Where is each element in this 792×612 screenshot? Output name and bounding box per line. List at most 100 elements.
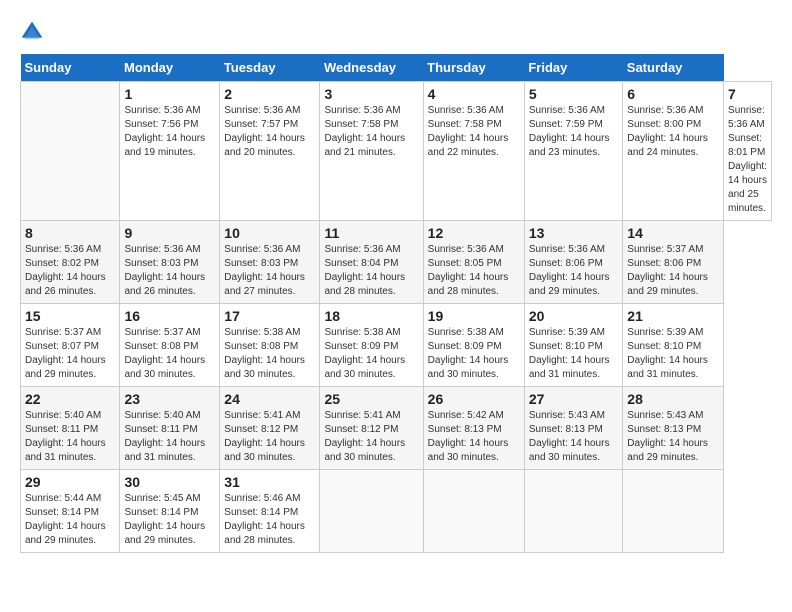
day-info: Sunrise: 5:36 AMSunset: 8:05 PMDaylight:…	[428, 243, 520, 299]
day-info: Sunrise: 5:38 AMSunset: 8:09 PMDaylight:…	[428, 326, 520, 382]
day-number: 12	[428, 225, 520, 241]
day-number: 16	[124, 308, 215, 324]
calendar-cell: 31 Sunrise: 5:46 AMSunset: 8:14 PMDaylig…	[220, 470, 320, 553]
calendar-cell: 29 Sunrise: 5:44 AMSunset: 8:14 PMDaylig…	[21, 470, 120, 553]
calendar-cell: 11 Sunrise: 5:36 AMSunset: 8:04 PMDaylig…	[320, 221, 423, 304]
weekday-header: Tuesday	[220, 54, 320, 82]
day-info: Sunrise: 5:36 AMSunset: 7:58 PMDaylight:…	[324, 104, 418, 160]
calendar-cell: 13 Sunrise: 5:36 AMSunset: 8:06 PMDaylig…	[524, 221, 622, 304]
day-info: Sunrise: 5:39 AMSunset: 8:10 PMDaylight:…	[627, 326, 719, 382]
day-info: Sunrise: 5:37 AMSunset: 8:06 PMDaylight:…	[627, 243, 719, 299]
calendar-cell: 27 Sunrise: 5:43 AMSunset: 8:13 PMDaylig…	[524, 387, 622, 470]
calendar-cell: 8 Sunrise: 5:36 AMSunset: 8:02 PMDayligh…	[21, 221, 120, 304]
calendar-cell: 2 Sunrise: 5:36 AMSunset: 7:57 PMDayligh…	[220, 82, 320, 221]
calendar-cell: 5 Sunrise: 5:36 AMSunset: 7:59 PMDayligh…	[524, 82, 622, 221]
calendar-cell	[21, 82, 120, 221]
day-number: 9	[124, 225, 215, 241]
day-number: 19	[428, 308, 520, 324]
day-number: 18	[324, 308, 418, 324]
day-info: Sunrise: 5:37 AMSunset: 8:08 PMDaylight:…	[124, 326, 215, 382]
day-number: 17	[224, 308, 315, 324]
calendar-cell: 21 Sunrise: 5:39 AMSunset: 8:10 PMDaylig…	[623, 304, 724, 387]
day-number: 28	[627, 391, 719, 407]
calendar-cell: 25 Sunrise: 5:41 AMSunset: 8:12 PMDaylig…	[320, 387, 423, 470]
calendar-cell: 1 Sunrise: 5:36 AMSunset: 7:56 PMDayligh…	[120, 82, 220, 221]
day-number: 24	[224, 391, 315, 407]
day-number: 11	[324, 225, 418, 241]
calendar-week-row: 22 Sunrise: 5:40 AMSunset: 8:11 PMDaylig…	[21, 387, 772, 470]
day-number: 23	[124, 391, 215, 407]
calendar-cell: 30 Sunrise: 5:45 AMSunset: 8:14 PMDaylig…	[120, 470, 220, 553]
day-info: Sunrise: 5:41 AMSunset: 8:12 PMDaylight:…	[324, 409, 418, 465]
day-number: 4	[428, 86, 520, 102]
calendar-week-row: 8 Sunrise: 5:36 AMSunset: 8:02 PMDayligh…	[21, 221, 772, 304]
weekday-header: Saturday	[623, 54, 724, 82]
calendar-cell: 12 Sunrise: 5:36 AMSunset: 8:05 PMDaylig…	[423, 221, 524, 304]
day-number: 8	[25, 225, 115, 241]
weekday-header: Wednesday	[320, 54, 423, 82]
day-info: Sunrise: 5:36 AMSunset: 8:03 PMDaylight:…	[224, 243, 315, 299]
calendar-cell: 18 Sunrise: 5:38 AMSunset: 8:09 PMDaylig…	[320, 304, 423, 387]
calendar-cell: 16 Sunrise: 5:37 AMSunset: 8:08 PMDaylig…	[120, 304, 220, 387]
calendar-cell: 7 Sunrise: 5:36 AMSunset: 8:01 PMDayligh…	[724, 82, 772, 221]
calendar-week-row: 15 Sunrise: 5:37 AMSunset: 8:07 PMDaylig…	[21, 304, 772, 387]
day-info: Sunrise: 5:45 AMSunset: 8:14 PMDaylight:…	[124, 492, 215, 548]
day-info: Sunrise: 5:44 AMSunset: 8:14 PMDaylight:…	[25, 492, 115, 548]
calendar-cell	[623, 470, 724, 553]
day-info: Sunrise: 5:36 AMSunset: 7:59 PMDaylight:…	[529, 104, 618, 160]
day-info: Sunrise: 5:36 AMSunset: 7:57 PMDaylight:…	[224, 104, 315, 160]
calendar-cell: 15 Sunrise: 5:37 AMSunset: 8:07 PMDaylig…	[21, 304, 120, 387]
calendar-week-row: 29 Sunrise: 5:44 AMSunset: 8:14 PMDaylig…	[21, 470, 772, 553]
calendar-cell	[423, 470, 524, 553]
day-number: 6	[627, 86, 719, 102]
day-info: Sunrise: 5:36 AMSunset: 8:00 PMDaylight:…	[627, 104, 719, 160]
day-number: 14	[627, 225, 719, 241]
day-info: Sunrise: 5:46 AMSunset: 8:14 PMDaylight:…	[224, 492, 315, 548]
day-info: Sunrise: 5:36 AMSunset: 7:56 PMDaylight:…	[124, 104, 215, 160]
day-info: Sunrise: 5:43 AMSunset: 8:13 PMDaylight:…	[627, 409, 719, 465]
day-number: 30	[124, 474, 215, 490]
day-number: 31	[224, 474, 315, 490]
day-number: 26	[428, 391, 520, 407]
day-info: Sunrise: 5:36 AMSunset: 8:06 PMDaylight:…	[529, 243, 618, 299]
day-number: 21	[627, 308, 719, 324]
weekday-header: Thursday	[423, 54, 524, 82]
calendar-cell: 14 Sunrise: 5:37 AMSunset: 8:06 PMDaylig…	[623, 221, 724, 304]
calendar-table: SundayMondayTuesdayWednesdayThursdayFrid…	[20, 54, 772, 553]
day-number: 20	[529, 308, 618, 324]
calendar-cell: 6 Sunrise: 5:36 AMSunset: 8:00 PMDayligh…	[623, 82, 724, 221]
day-number: 25	[324, 391, 418, 407]
day-number: 15	[25, 308, 115, 324]
day-info: Sunrise: 5:36 AMSunset: 8:03 PMDaylight:…	[124, 243, 215, 299]
calendar-cell: 17 Sunrise: 5:38 AMSunset: 8:08 PMDaylig…	[220, 304, 320, 387]
day-info: Sunrise: 5:39 AMSunset: 8:10 PMDaylight:…	[529, 326, 618, 382]
logo-icon	[20, 20, 44, 44]
calendar-cell: 28 Sunrise: 5:43 AMSunset: 8:13 PMDaylig…	[623, 387, 724, 470]
day-number: 2	[224, 86, 315, 102]
calendar-cell: 9 Sunrise: 5:36 AMSunset: 8:03 PMDayligh…	[120, 221, 220, 304]
day-info: Sunrise: 5:38 AMSunset: 8:08 PMDaylight:…	[224, 326, 315, 382]
day-info: Sunrise: 5:41 AMSunset: 8:12 PMDaylight:…	[224, 409, 315, 465]
weekday-header: Monday	[120, 54, 220, 82]
calendar-cell: 19 Sunrise: 5:38 AMSunset: 8:09 PMDaylig…	[423, 304, 524, 387]
day-info: Sunrise: 5:40 AMSunset: 8:11 PMDaylight:…	[25, 409, 115, 465]
logo	[20, 20, 48, 44]
weekday-header: Sunday	[21, 54, 120, 82]
day-info: Sunrise: 5:36 AMSunset: 8:01 PMDaylight:…	[728, 104, 767, 216]
calendar-cell: 23 Sunrise: 5:40 AMSunset: 8:11 PMDaylig…	[120, 387, 220, 470]
day-number: 22	[25, 391, 115, 407]
day-number: 5	[529, 86, 618, 102]
day-number: 3	[324, 86, 418, 102]
day-info: Sunrise: 5:36 AMSunset: 8:04 PMDaylight:…	[324, 243, 418, 299]
weekday-header: Friday	[524, 54, 622, 82]
calendar-week-row: 1 Sunrise: 5:36 AMSunset: 7:56 PMDayligh…	[21, 82, 772, 221]
calendar-cell: 26 Sunrise: 5:42 AMSunset: 8:13 PMDaylig…	[423, 387, 524, 470]
day-info: Sunrise: 5:40 AMSunset: 8:11 PMDaylight:…	[124, 409, 215, 465]
calendar-cell: 4 Sunrise: 5:36 AMSunset: 7:58 PMDayligh…	[423, 82, 524, 221]
day-number: 7	[728, 86, 767, 102]
day-number: 29	[25, 474, 115, 490]
calendar-cell: 24 Sunrise: 5:41 AMSunset: 8:12 PMDaylig…	[220, 387, 320, 470]
day-info: Sunrise: 5:43 AMSunset: 8:13 PMDaylight:…	[529, 409, 618, 465]
calendar-cell: 20 Sunrise: 5:39 AMSunset: 8:10 PMDaylig…	[524, 304, 622, 387]
header-row: SundayMondayTuesdayWednesdayThursdayFrid…	[21, 54, 772, 82]
